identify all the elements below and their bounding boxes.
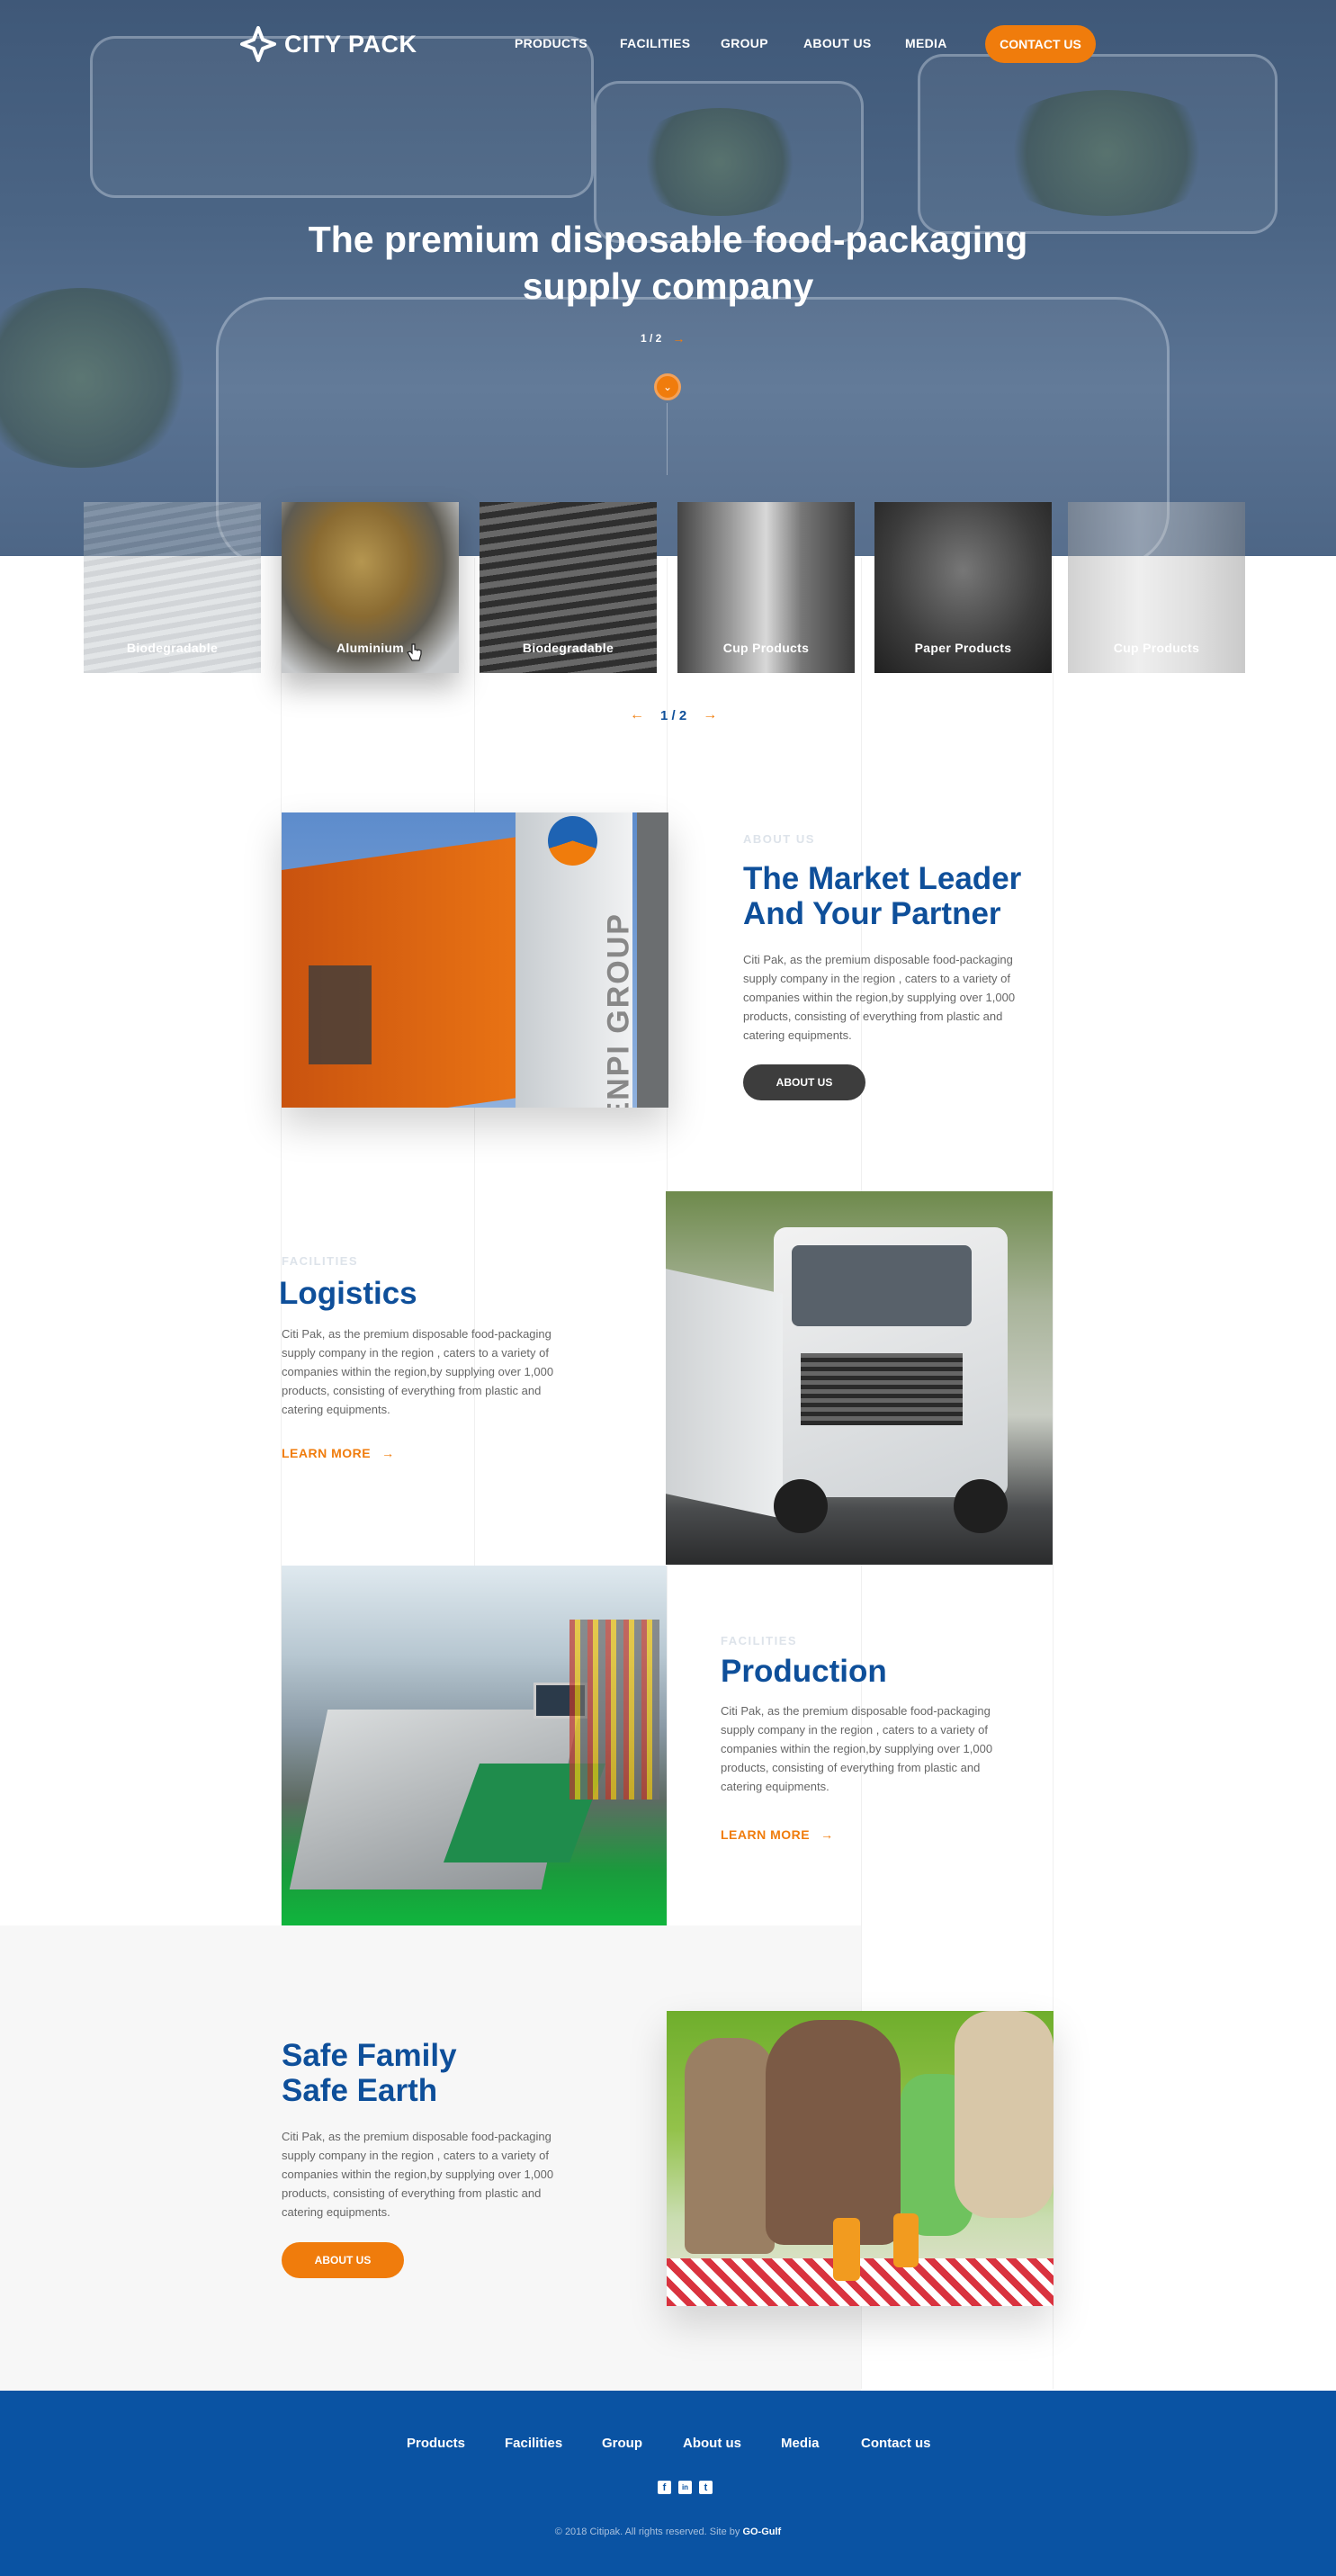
footer-link-about-us[interactable]: About us xyxy=(683,2436,741,2451)
product-card[interactable]: Biodegradable xyxy=(480,502,657,673)
production-learn-more[interactable]: LEARN MORE → xyxy=(721,1827,834,1842)
safe-title-line1: Safe Family xyxy=(282,2038,457,2073)
scroll-line xyxy=(667,403,668,475)
hero-banner: CITY PACK PRODUCTS FACILITIES GROUP ABOU… xyxy=(0,0,1336,556)
about-image: ENPI GROUP xyxy=(282,812,668,1108)
hero-pager: 1 / 2 → xyxy=(641,331,685,346)
contact-us-button[interactable]: CONTACT US xyxy=(985,25,1096,63)
product-card-label: Paper Products xyxy=(914,641,1012,655)
scroll-down-button[interactable]: ⌄ xyxy=(654,373,681,400)
learn-more-label: LEARN MORE xyxy=(721,1827,811,1842)
production-factory-image xyxy=(282,1566,667,1925)
nav-products[interactable]: PRODUCTS xyxy=(515,36,587,50)
products-pager: ← 1 / 2 → xyxy=(630,707,717,723)
footer-link-products[interactable]: Products xyxy=(407,2436,465,2451)
product-card[interactable]: Paper Products xyxy=(874,502,1052,673)
hero-pager-count: 1 / 2 xyxy=(641,332,662,345)
production-eyebrow: FACILITIES xyxy=(721,1634,798,1647)
product-card-label: Biodegradable xyxy=(522,641,614,655)
logo-text: CITY PACK xyxy=(284,30,417,58)
logistics-truck-image xyxy=(666,1191,1053,1565)
twitter-icon[interactable]: t xyxy=(699,2481,713,2494)
logistics-learn-more[interactable]: LEARN MORE → xyxy=(282,1446,395,1460)
nav-about-us[interactable]: ABOUT US xyxy=(803,36,872,50)
about-us-button[interactable]: ABOUT US xyxy=(743,1064,865,1100)
footer: Products Facilities Group About us Media… xyxy=(0,2391,1336,2576)
products-pager-count: 1 / 2 xyxy=(660,707,687,723)
family-picnic-image xyxy=(667,2011,1054,2306)
linkedin-icon[interactable]: in xyxy=(678,2481,692,2494)
product-card-label: Cup Products xyxy=(722,641,810,655)
main-nav: CITY PACK PRODUCTS FACILITIES GROUP ABOU… xyxy=(0,22,1336,68)
arrow-right-icon[interactable]: → xyxy=(703,707,717,723)
logo[interactable]: CITY PACK xyxy=(239,25,417,63)
copyright-text: © 2018 Citipak. All rights reserved. Sit… xyxy=(554,2527,740,2537)
product-card-label: Aluminium xyxy=(336,641,405,655)
logistics-title: Logistics xyxy=(279,1276,417,1311)
product-card[interactable]: Biodegradable xyxy=(84,502,261,673)
product-card-label: Biodegradable xyxy=(126,641,219,655)
nav-facilities[interactable]: FACILITIES xyxy=(620,36,690,50)
arrow-right-icon[interactable]: → xyxy=(672,331,685,346)
product-card[interactable]: Cup Products xyxy=(1068,502,1245,673)
safe-about-us-button[interactable]: ABOUT US xyxy=(282,2242,404,2278)
production-title: Production xyxy=(721,1654,887,1689)
sign-text: ENPI GROUP xyxy=(601,912,636,1108)
arrow-left-icon[interactable]: ← xyxy=(630,707,644,723)
copyright: © 2018 Citipak. All rights reserved. Sit… xyxy=(0,2527,1336,2537)
hero-image-vegetables xyxy=(0,288,198,468)
about-title-line1: The Market Leader xyxy=(743,861,1022,896)
product-card[interactable]: Aluminium xyxy=(282,502,459,673)
logo-icon xyxy=(239,25,277,63)
safe-title: Safe Family Safe Earth xyxy=(282,2038,457,2108)
hand-cursor-icon xyxy=(407,643,423,668)
footer-link-facilities[interactable]: Facilities xyxy=(505,2436,562,2451)
hero-image-vegetables xyxy=(990,90,1224,216)
chevron-down-icon: ⌄ xyxy=(662,381,673,393)
site-by-link[interactable]: GO-Gulf xyxy=(742,2527,781,2537)
hero-image-vegetables xyxy=(630,108,810,216)
about-text: Citi Pak, as the premium disposable food… xyxy=(743,953,1016,1042)
footer-link-group[interactable]: Group xyxy=(602,2436,642,2451)
facebook-icon[interactable]: f xyxy=(658,2481,671,2494)
production-text: Citi Pak, as the premium disposable food… xyxy=(721,1704,993,1793)
nav-media[interactable]: MEDIA xyxy=(905,36,947,50)
product-card[interactable]: Cup Products xyxy=(677,502,855,673)
arrow-right-icon: → xyxy=(381,1446,395,1460)
logistics-eyebrow: FACILITIES xyxy=(282,1254,359,1268)
about-eyebrow: ABOUT US xyxy=(743,832,815,846)
about-title-line2: And Your Partner xyxy=(743,896,1001,931)
about-title: The Market Leader And Your Partner xyxy=(743,861,1021,931)
footer-link-contact-us[interactable]: Contact us xyxy=(861,2436,931,2451)
product-card-label: Cup Products xyxy=(1113,641,1200,655)
arrow-right-icon: → xyxy=(820,1827,834,1842)
nav-group[interactable]: GROUP xyxy=(721,36,768,50)
logistics-text: Citi Pak, as the premium disposable food… xyxy=(282,1327,554,1416)
hero-title: The premium disposable food-packaging su… xyxy=(308,219,1028,307)
learn-more-label: LEARN MORE xyxy=(282,1446,372,1460)
safe-text: Citi Pak, as the premium disposable food… xyxy=(282,2130,554,2219)
safe-title-line2: Safe Earth xyxy=(282,2073,438,2108)
social-links: f in t xyxy=(658,2481,713,2494)
footer-link-media[interactable]: Media xyxy=(781,2436,820,2451)
